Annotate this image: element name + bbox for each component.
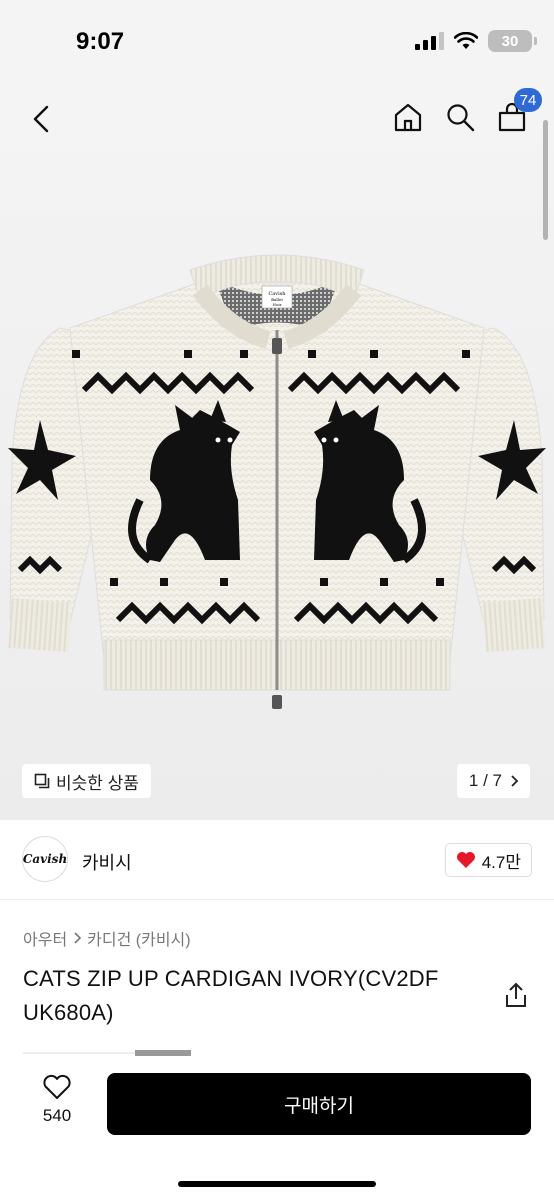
similar-products-label: 비슷한 상품 <box>56 773 139 793</box>
bottom-action-bar: 540 구매하기 <box>0 1056 554 1200</box>
brand-logo[interactable]: Cavish <box>22 836 68 882</box>
brand-row: Cavish 카비시 4.7만 <box>0 820 554 900</box>
share-button[interactable] <box>504 982 528 1008</box>
cart-button[interactable]: 74 <box>496 88 542 134</box>
status-icons: 30 <box>415 30 537 52</box>
home-indicator <box>178 1181 376 1187</box>
search-button[interactable] <box>444 100 476 134</box>
chevron-right-icon <box>511 775 518 787</box>
battery-icon: 30 <box>488 30 537 52</box>
brand-like-button[interactable]: 4.7만 <box>444 843 532 877</box>
product-image[interactable]: Cavish Ballet Noir <box>0 240 554 740</box>
wishlist-button[interactable]: 540 <box>34 1074 80 1126</box>
buy-button[interactable]: 구매하기 <box>107 1073 531 1135</box>
back-button[interactable] <box>24 102 58 136</box>
heart-outline-icon <box>43 1074 71 1099</box>
similar-products-button[interactable]: 비슷한 상품 <box>22 764 151 798</box>
brand-like-count: 4.7만 <box>481 852 521 872</box>
home-icon <box>394 103 422 132</box>
product-title: CATS ZIP UP CARDIGAN IVORY(CV2DF UK680A) <box>23 966 439 1025</box>
page-indicator-text: 1 / 7 <box>468 771 502 790</box>
status-time: 9:07 <box>76 28 125 55</box>
left-cuff <box>8 597 72 653</box>
brand-tag-text-3: Noir <box>272 302 281 307</box>
search-icon <box>447 104 475 132</box>
image-page-indicator[interactable]: 1 / 7 <box>456 764 530 798</box>
right-cuff <box>482 597 546 653</box>
breadcrumb: 아우터 카디건 (카비시) <box>23 926 191 950</box>
breadcrumb-item-cardigan[interactable]: 카디건 (카비시) <box>87 926 190 950</box>
status-bar: 9:07 30 <box>0 0 554 80</box>
back-icon <box>33 105 49 133</box>
heart-filled-icon <box>456 852 475 868</box>
signal-icon <box>415 32 444 50</box>
wishlist-count: 540 <box>42 1106 72 1125</box>
product-gallery[interactable]: 74 Cavish Ballet Noir 비슷한 상품 1 / 7 <box>0 80 554 820</box>
scroll-indicator <box>543 120 548 240</box>
home-button[interactable] <box>392 100 424 134</box>
nav-actions: 74 <box>392 88 542 134</box>
chevron-right-icon <box>74 932 82 944</box>
cart-badge: 74 <box>514 88 542 112</box>
wifi-icon <box>454 32 478 49</box>
breadcrumb-item-outer[interactable]: 아우터 <box>23 926 67 950</box>
share-icon <box>506 982 526 1007</box>
copy-icon <box>34 773 50 789</box>
brand-name[interactable]: 카비시 <box>82 849 132 875</box>
